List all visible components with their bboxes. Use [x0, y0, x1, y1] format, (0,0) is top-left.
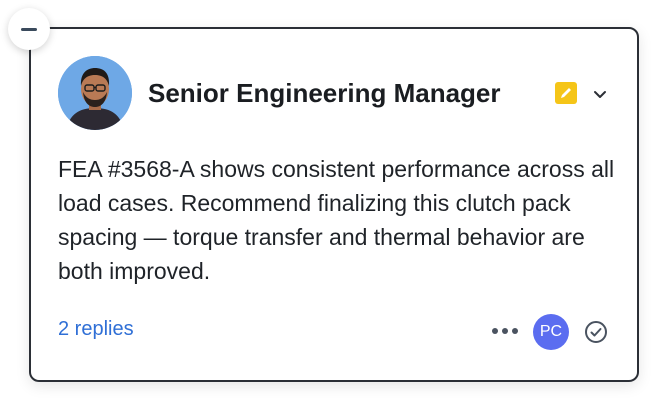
more-horizontal-icon[interactable] [492, 326, 520, 336]
comment-stage: Senior Engineering Manager FEA #3568-A s… [0, 0, 670, 416]
comment-author: Senior Engineering Manager [148, 78, 501, 108]
comment-body: FEA #3568-A shows consistent performance… [58, 156, 615, 284]
collapse-button[interactable] [8, 8, 50, 50]
replies-link[interactable]: 2 replies [58, 318, 134, 341]
minus-icon [21, 27, 37, 31]
check-circle-icon[interactable] [584, 320, 608, 344]
chevron-down-icon[interactable] [591, 85, 609, 103]
participant-avatar: PC [533, 314, 569, 350]
avatar [58, 56, 132, 130]
pencil-note-icon[interactable] [555, 82, 577, 104]
